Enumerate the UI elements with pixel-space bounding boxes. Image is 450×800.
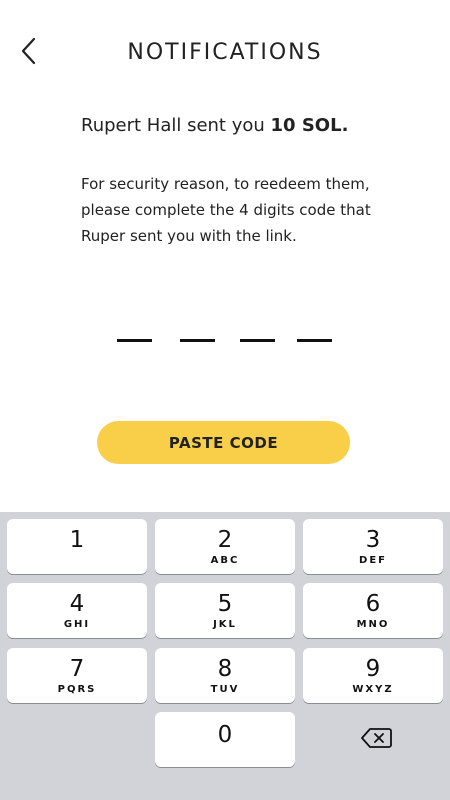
key-letters: TUV: [210, 684, 240, 695]
key-letters: WXYZ: [352, 684, 394, 695]
key-8[interactable]: 8 TUV: [155, 648, 295, 703]
page-title: NOTIFICATIONS: [127, 40, 323, 65]
key-1[interactable]: 1: [7, 519, 147, 574]
key-number: 7: [69, 656, 85, 682]
delete-key[interactable]: [356, 727, 396, 753]
key-6[interactable]: 6 MNO: [303, 583, 443, 638]
key-number: 6: [365, 591, 381, 617]
key-letters: JKL: [213, 619, 237, 630]
key-letters: PQRS: [57, 684, 97, 695]
sender-line: Rupert Hall sent you 10 SOL.: [81, 115, 348, 136]
key-number: 8: [217, 656, 233, 682]
key-number: 5: [217, 591, 233, 617]
key-2[interactable]: 2 ABC: [155, 519, 295, 574]
key-letters: ABC: [210, 555, 240, 566]
key-letters: DEF: [359, 555, 387, 566]
code-digit-1[interactable]: [117, 339, 152, 342]
key-0[interactable]: 0: [155, 712, 295, 767]
code-digit-4[interactable]: [297, 339, 332, 342]
sender-text: Rupert Hall sent you: [81, 115, 271, 136]
key-4[interactable]: 4 GHI: [7, 583, 147, 638]
key-number: 2: [217, 527, 233, 553]
key-5[interactable]: 5 JKL: [155, 583, 295, 638]
key-letters: GHI: [63, 619, 91, 630]
code-digit-2[interactable]: [180, 339, 215, 342]
key-letters: MNO: [356, 619, 390, 630]
key-number: 0: [217, 722, 233, 748]
key-7[interactable]: 7 PQRS: [7, 648, 147, 703]
key-9[interactable]: 9 WXYZ: [303, 648, 443, 703]
backspace-icon: [360, 727, 392, 753]
key-number: 3: [365, 527, 381, 553]
key-number: 4: [69, 591, 85, 617]
key-3[interactable]: 3 DEF: [303, 519, 443, 574]
amount: 10 SOL.: [270, 115, 349, 136]
header: NOTIFICATIONS: [0, 0, 450, 105]
instructions-text: For security reason, to reedeem them, pl…: [81, 175, 371, 245]
key-number: 1: [69, 527, 85, 553]
code-digit-3[interactable]: [240, 339, 275, 342]
key-number: 9: [365, 656, 381, 682]
paste-code-button[interactable]: PASTE CODE: [97, 421, 350, 464]
